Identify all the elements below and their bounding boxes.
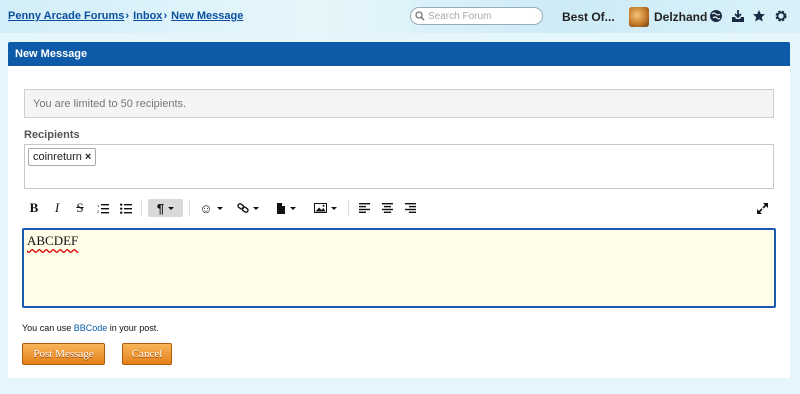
globe-icon[interactable] <box>709 9 723 23</box>
ordered-list-icon: 1 2 <box>97 203 109 214</box>
italic-button[interactable]: I <box>50 199 64 217</box>
bbcode-link[interactable]: BBCode <box>74 323 108 333</box>
remove-recipient-button[interactable]: × <box>85 151 91 163</box>
toolbar-divider <box>141 200 142 216</box>
bold-icon: B <box>29 200 39 215</box>
image-icon <box>313 203 327 213</box>
search-box[interactable] <box>410 7 543 25</box>
post-message-button[interactable]: Post Message <box>22 343 105 365</box>
svg-text:1: 1 <box>97 203 100 208</box>
breadcrumb-separator: › <box>125 10 130 22</box>
chevron-down-icon <box>168 206 175 210</box>
align-left-icon <box>358 203 370 213</box>
hint-suffix: in your post. <box>107 323 159 333</box>
cancel-button[interactable]: Cancel <box>122 343 172 365</box>
attachment-icon <box>277 202 285 214</box>
recipients-label: Recipients <box>24 129 80 141</box>
emoji-icon: ☺ <box>199 200 213 216</box>
bbcode-hint: You can use BBCode in your post. <box>22 323 159 333</box>
recipient-limit-notice: You are limited to 50 recipients. <box>24 89 774 118</box>
fullscreen-button[interactable] <box>755 199 769 217</box>
breadcrumb: Penny Arcade Forums› Inbox› New Message <box>8 10 243 22</box>
inbox-icon[interactable] <box>731 9 745 23</box>
top-bar: Penny Arcade Forums› Inbox› New Message … <box>0 0 800 33</box>
bold-button[interactable]: B <box>27 199 41 217</box>
align-right-icon <box>404 203 416 213</box>
message-body-text: ABCDEF <box>27 233 79 248</box>
align-center-button[interactable] <box>380 199 394 217</box>
ordered-list-button[interactable]: 1 2 <box>96 199 110 217</box>
recipients-field[interactable]: coinreturn × <box>24 144 774 189</box>
chevron-down-icon <box>253 206 259 210</box>
paragraph-format-icon: ¶ <box>156 200 165 216</box>
chevron-down-icon <box>216 206 223 210</box>
search-icon <box>415 11 425 21</box>
breadcrumb-separator: › <box>163 10 168 22</box>
svg-text:2: 2 <box>97 209 100 214</box>
panel-title: New Message <box>8 42 790 66</box>
recipient-name: coinreturn <box>33 151 82 163</box>
avatar[interactable] <box>629 7 649 27</box>
toolbar-divider <box>189 200 190 216</box>
align-right-button[interactable] <box>403 199 417 217</box>
strikethrough-icon: S <box>76 200 84 215</box>
link-button[interactable] <box>234 199 262 217</box>
chevron-down-icon <box>290 206 296 210</box>
image-button[interactable] <box>310 199 340 217</box>
hint-prefix: You can use <box>22 323 74 333</box>
star-icon[interactable] <box>752 9 766 23</box>
recipient-token: coinreturn × <box>28 148 97 166</box>
align-center-icon <box>381 203 393 213</box>
username-link[interactable]: Delzhand <box>654 10 707 24</box>
link-icon <box>237 203 249 213</box>
best-of-link[interactable]: Best Of... <box>562 10 615 24</box>
fullscreen-icon <box>756 202 768 214</box>
breadcrumb-forum-link[interactable]: Penny Arcade Forums <box>8 10 124 22</box>
attachment-button[interactable] <box>272 199 300 217</box>
message-body-editor[interactable]: ABCDEF <box>22 228 776 308</box>
emoji-button[interactable]: ☺ <box>197 199 225 217</box>
breadcrumb-inbox-link[interactable]: Inbox <box>133 10 162 22</box>
bullet-list-icon <box>120 203 132 214</box>
paragraph-format-button[interactable]: ¶ <box>148 199 183 217</box>
bullet-list-button[interactable] <box>119 199 133 217</box>
italic-icon: I <box>54 200 60 215</box>
align-left-button[interactable] <box>357 199 371 217</box>
search-input[interactable] <box>428 10 533 22</box>
toolbar-divider <box>348 200 349 216</box>
chevron-down-icon <box>330 206 337 210</box>
strikethrough-button[interactable]: S <box>73 199 87 217</box>
gear-icon[interactable] <box>774 9 788 23</box>
breadcrumb-current-link[interactable]: New Message <box>171 10 243 22</box>
